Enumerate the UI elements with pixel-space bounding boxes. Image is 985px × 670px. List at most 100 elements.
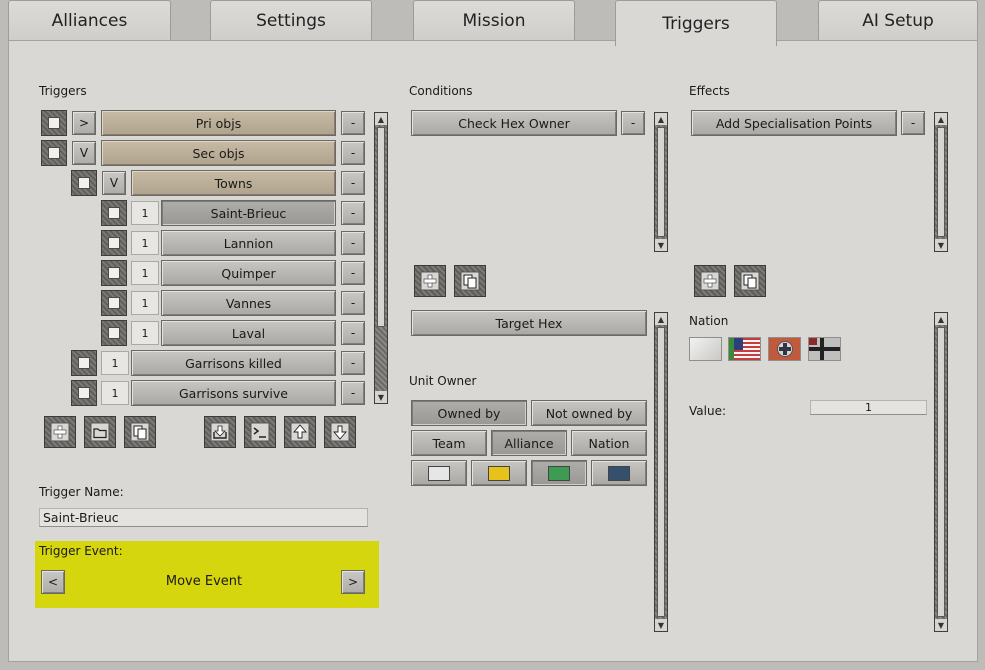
remove-condition-button[interactable]: - <box>621 111 645 135</box>
script-console-button[interactable] <box>244 416 276 448</box>
move-up-button[interactable] <box>284 416 316 448</box>
alliance-color-swatch <box>428 465 450 481</box>
flag-neutral-icon[interactable] <box>689 337 722 361</box>
alliance-color-swatch <box>548 465 570 481</box>
trigger-checkbox[interactable] <box>101 320 127 346</box>
nation-label: Nation <box>689 314 729 328</box>
trigger-item-pri-objs[interactable]: Pri objs <box>101 110 336 136</box>
scroll-up-icon[interactable]: ▲ <box>935 113 947 125</box>
conditions-heading: Conditions <box>409 84 473 98</box>
condition-item-check-hex-owner[interactable]: Check Hex Owner <box>411 110 617 136</box>
trigger-item-lannion[interactable]: Lannion <box>161 230 336 256</box>
not-owned-by-toggle[interactable]: Not owned by <box>531 400 647 426</box>
copy-icon <box>130 422 150 442</box>
condition-details-scrollbar[interactable]: ▲ ▼ <box>654 312 668 632</box>
trigger-checkbox[interactable] <box>101 230 127 256</box>
flag-usa-icon[interactable] <box>728 337 761 361</box>
expand-toggle[interactable]: V <box>72 141 96 165</box>
scroll-thumb[interactable] <box>657 127 665 237</box>
trigger-item-garrisons-killed[interactable]: Garrisons killed <box>131 350 336 376</box>
add-condition-button[interactable] <box>414 265 446 297</box>
conditions-scrollbar[interactable]: ▲ ▼ <box>654 112 668 252</box>
import-trigger-button[interactable] <box>204 416 236 448</box>
effects-scrollbar[interactable]: ▲ ▼ <box>934 112 948 252</box>
nation-toggle[interactable]: Nation <box>571 430 647 456</box>
alliance-color-swatch <box>488 465 510 481</box>
scroll-down-icon[interactable]: ▼ <box>375 391 387 403</box>
effect-item-add-specialisation-points[interactable]: Add Specialisation Points <box>691 110 897 136</box>
trigger-checkbox[interactable] <box>101 200 127 226</box>
trigger-checkbox[interactable] <box>101 290 127 316</box>
trigger-count: 1 <box>131 231 159 255</box>
add-trigger-button[interactable] <box>44 416 76 448</box>
trigger-item-garrisons-survive[interactable]: Garrisons survive <box>131 380 336 406</box>
remove-trigger-button[interactable]: - <box>341 201 365 225</box>
flag-germany-icon[interactable] <box>808 337 841 361</box>
remove-trigger-button[interactable]: - <box>341 381 365 405</box>
trigger-item-saint-brieuc[interactable]: Saint-Brieuc <box>161 200 336 226</box>
expand-toggle[interactable]: > <box>72 111 96 135</box>
alliance-color-button[interactable] <box>531 460 587 486</box>
alliance-toggle[interactable]: Alliance <box>491 430 567 456</box>
scroll-up-icon[interactable]: ▲ <box>935 313 947 325</box>
effect-details-scrollbar[interactable]: ▲ ▼ <box>934 312 948 632</box>
flag-britain-icon[interactable] <box>768 337 801 361</box>
trigger-event-next-button[interactable]: > <box>341 570 365 594</box>
add-effect-button[interactable] <box>694 265 726 297</box>
scroll-up-icon[interactable]: ▲ <box>655 113 667 125</box>
trigger-item-vannes[interactable]: Vannes <box>161 290 336 316</box>
trigger-event-label: Trigger Event: <box>39 544 123 558</box>
scroll-down-icon[interactable]: ▼ <box>655 239 667 251</box>
trigger-item-towns[interactable]: Towns <box>131 170 336 196</box>
copy-trigger-button[interactable] <box>124 416 156 448</box>
copy-effect-button[interactable] <box>734 265 766 297</box>
copy-condition-button[interactable] <box>454 265 486 297</box>
scroll-up-icon[interactable]: ▲ <box>375 113 387 125</box>
team-toggle[interactable]: Team <box>411 430 487 456</box>
trigger-checkbox[interactable] <box>41 140 67 166</box>
scroll-up-icon[interactable]: ▲ <box>655 313 667 325</box>
trigger-item-quimper[interactable]: Quimper <box>161 260 336 286</box>
trigger-checkbox[interactable] <box>101 260 127 286</box>
scroll-down-icon[interactable]: ▼ <box>935 239 947 251</box>
scroll-thumb[interactable] <box>937 127 945 237</box>
effects-heading: Effects <box>689 84 730 98</box>
alliance-color-button[interactable] <box>471 460 527 486</box>
trigger-checkbox[interactable] <box>71 170 97 196</box>
remove-trigger-button[interactable]: - <box>341 261 365 285</box>
unit-owner-label: Unit Owner <box>409 374 477 388</box>
trigger-item-laval[interactable]: Laval <box>161 320 336 346</box>
value-input[interactable]: 1 <box>810 400 927 415</box>
remove-trigger-button[interactable]: - <box>341 321 365 345</box>
alliance-color-button[interactable] <box>411 460 467 486</box>
owned-by-toggle[interactable]: Owned by <box>411 400 527 426</box>
scroll-thumb[interactable] <box>657 327 665 617</box>
trigger-name-input[interactable]: Saint-Brieuc <box>39 508 368 527</box>
trigger-checkbox[interactable] <box>41 110 67 136</box>
remove-effect-button[interactable]: - <box>901 111 925 135</box>
triggers-scrollbar[interactable]: ▲ ▼ <box>374 112 388 404</box>
trigger-item-sec-objs[interactable]: Sec objs <box>101 140 336 166</box>
target-hex-button[interactable]: Target Hex <box>411 310 647 336</box>
trigger-count: 1 <box>131 291 159 315</box>
scroll-thumb[interactable] <box>937 327 945 617</box>
add-folder-button[interactable] <box>84 416 116 448</box>
remove-trigger-button[interactable]: - <box>341 351 365 375</box>
scroll-down-icon[interactable]: ▼ <box>655 619 667 631</box>
remove-trigger-button[interactable]: - <box>341 231 365 255</box>
remove-trigger-button[interactable]: - <box>341 141 365 165</box>
trigger-event-value: Move Event <box>165 574 243 589</box>
trigger-name-label: Trigger Name: <box>39 485 124 499</box>
trigger-checkbox[interactable] <box>71 350 97 376</box>
remove-trigger-button[interactable]: - <box>341 111 365 135</box>
move-down-button[interactable] <box>324 416 356 448</box>
scroll-down-icon[interactable]: ▼ <box>935 619 947 631</box>
alliance-color-button[interactable] <box>591 460 647 486</box>
remove-trigger-button[interactable]: - <box>341 291 365 315</box>
trigger-checkbox[interactable] <box>71 380 97 406</box>
trigger-event-prev-button[interactable]: < <box>41 570 65 594</box>
remove-trigger-button[interactable]: - <box>341 171 365 195</box>
terminal-icon <box>250 422 270 442</box>
expand-toggle[interactable]: V <box>102 171 126 195</box>
scroll-thumb[interactable] <box>377 127 385 327</box>
